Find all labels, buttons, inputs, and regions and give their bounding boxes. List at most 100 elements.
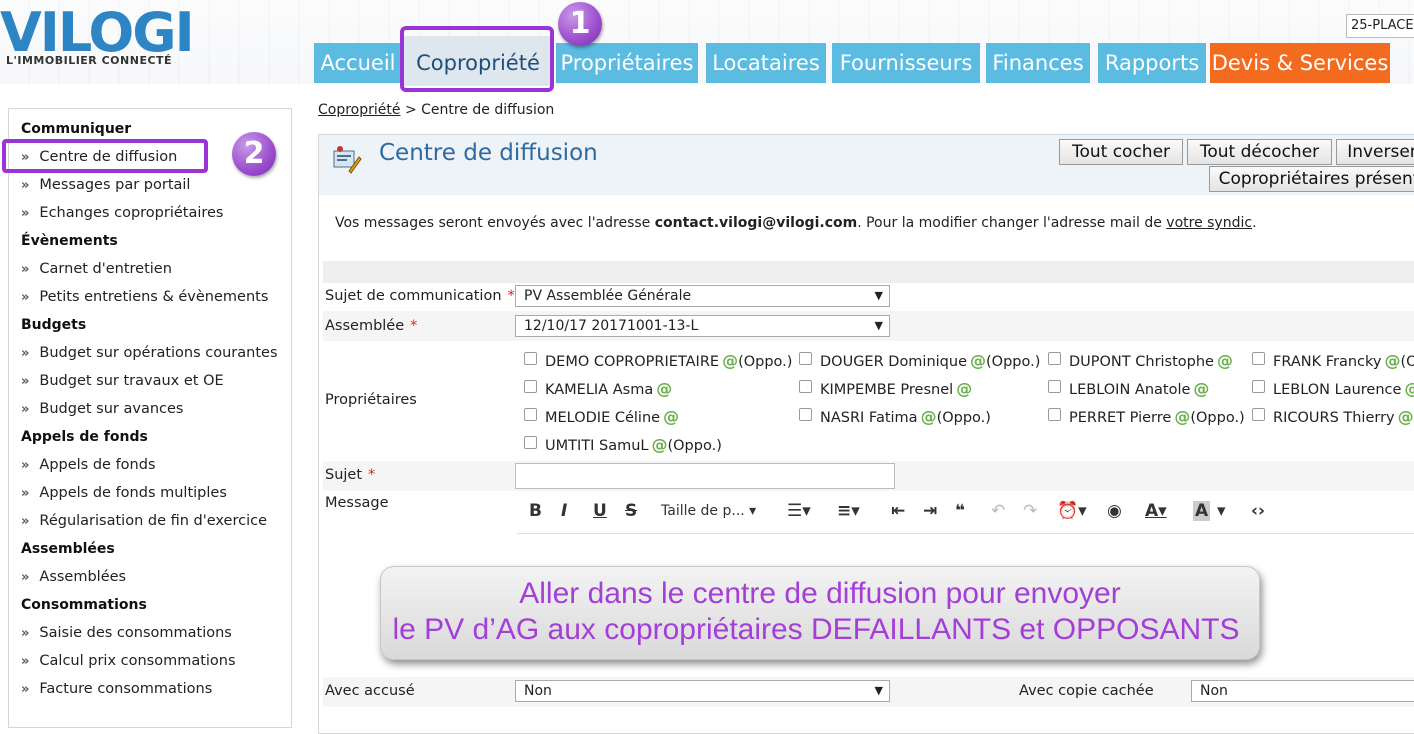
sidebar-item-saisie-conso[interactable]: » Saisie des consommations [21, 625, 232, 641]
checkbox[interactable] [524, 408, 537, 421]
owner-checkbox-item[interactable]: DOUGER Dominique @(Oppo.) [799, 351, 1040, 370]
sidebar-item-budget-avances[interactable]: » Budget sur avances [21, 401, 183, 417]
owner-checkbox-item[interactable]: KIMPEMBE Presnel @ [799, 379, 972, 398]
sidebar-item-appels-fonds[interactable]: » Appels de fonds [21, 457, 156, 473]
chevron-double-right-icon: » [21, 262, 30, 277]
sidebar-item-messages-portail[interactable]: » Messages par portail [21, 177, 190, 193]
tab-fournisseurs[interactable]: Fournisseurs [832, 43, 980, 83]
tab-proprietaires[interactable]: Propriétaires [556, 43, 698, 83]
bold-icon[interactable]: B [529, 501, 542, 521]
invert-button[interactable]: Inverser [1336, 139, 1414, 165]
checkbox[interactable] [1252, 352, 1265, 365]
assembly-select[interactable]: 12/10/17 20171001-13-L ▼ [515, 315, 890, 337]
owner-checkbox-item[interactable]: DUPONT Christophe @ [1048, 351, 1233, 370]
breadcrumb-link-copropriete[interactable]: Copropriété [318, 102, 401, 118]
owner-name: KIMPEMBE Presnel [820, 382, 954, 398]
owner-checkbox-item[interactable]: FRANK Francky @(O [1252, 351, 1414, 370]
owner-checkbox-item[interactable]: LEBLOIN Anatole @ [1048, 379, 1209, 398]
sidebar-item-assemblees[interactable]: » Assemblées [21, 569, 126, 585]
breadcrumb: Copropriété > Centre de diffusion [318, 102, 554, 118]
breadcrumb-separator: > [400, 102, 422, 118]
tab-locataires[interactable]: Locataires [706, 43, 826, 83]
uncheck-all-button[interactable]: Tout décocher [1187, 139, 1332, 165]
owner-oppo-tag: (Oppo.) [667, 438, 722, 454]
eye-icon[interactable]: ◉ [1107, 501, 1122, 521]
check-all-button[interactable]: Tout cocher [1059, 139, 1183, 165]
strikethrough-icon[interactable]: S [625, 501, 637, 521]
owner-checkbox-item[interactable]: DEMO COPROPRIETAIRE @(Oppo.) [524, 351, 792, 370]
owner-checkbox-item[interactable]: KAMELIA Asma @ [524, 379, 672, 398]
sidebar-heading-consommations: Consommations [21, 597, 147, 613]
highlight-dropdown-icon[interactable]: ▾ [1217, 501, 1226, 521]
checkbox[interactable] [524, 352, 537, 365]
bcc-select[interactable]: Non [1191, 680, 1414, 702]
bcc-label: Avec copie cachée [1019, 683, 1154, 699]
owner-checkbox-item[interactable]: LEBLON Laurence@ [1252, 379, 1414, 398]
checkbox[interactable] [1252, 408, 1265, 421]
chevron-double-right-icon: » [21, 402, 30, 417]
sidebar-item-label: Carnet d'entretien [39, 261, 172, 277]
chevron-double-right-icon: » [21, 374, 30, 389]
sender-email: contact.vilogi@vilogi.com [654, 215, 858, 231]
subject-input[interactable] [515, 463, 895, 489]
underline-icon[interactable]: U [593, 501, 607, 521]
building-selector[interactable]: 25-PLACE [1346, 14, 1414, 38]
checkbox[interactable] [1048, 352, 1061, 365]
quote-icon[interactable]: ❝ [955, 501, 965, 521]
ack-select[interactable]: Non ▼ [515, 680, 890, 702]
breadcrumb-current: Centre de diffusion [421, 102, 555, 118]
step-badge-1: 1 [558, 2, 602, 46]
dropdown-arrow-icon: ▼ [874, 684, 883, 697]
tab-accueil[interactable]: Accueil [314, 43, 402, 83]
numbered-list-icon[interactable]: ≡▾ [837, 501, 860, 521]
checkbox[interactable] [799, 380, 812, 393]
sidebar-item-echanges[interactable]: » Echanges copropriétaires [21, 205, 224, 221]
checkbox[interactable] [1048, 408, 1061, 421]
present-owners-button[interactable]: Copropriétaires présent [1209, 166, 1414, 192]
outdent-icon[interactable]: ⇤ [891, 501, 905, 521]
indent-icon[interactable]: ⇥ [923, 501, 937, 521]
owner-checkbox-item[interactable]: MELODIE Céline @ [524, 407, 679, 426]
tab-finances[interactable]: Finances [986, 43, 1090, 83]
alarm-clock-icon[interactable]: ⏰▾ [1057, 501, 1087, 521]
sidebar-item-appels-multiples[interactable]: » Appels de fonds multiples [21, 485, 227, 501]
sidebar-heading-budgets: Budgets [21, 317, 87, 333]
sidebar-item-budget-travaux[interactable]: » Budget sur travaux et OE [21, 373, 224, 389]
owner-checkbox-item[interactable]: PERRET Pierre @(Oppo.) [1048, 407, 1245, 426]
sidebar-heading-communiquer: Communiquer [21, 121, 132, 137]
select-value: Non [1200, 683, 1228, 699]
font-color-icon[interactable]: A▾ [1145, 501, 1167, 521]
sidebar-item-carnet-entretien[interactable]: » Carnet d'entretien [21, 261, 172, 277]
undo-icon[interactable]: ↶ [991, 501, 1005, 521]
sidebar-item-calcul-prix[interactable]: » Calcul prix consommations [21, 653, 236, 669]
sidebar-item-label: Appels de fonds [39, 457, 156, 473]
sidebar-item-facture-conso[interactable]: » Facture consommations [21, 681, 212, 697]
checkbox[interactable] [799, 352, 812, 365]
syndic-link[interactable]: votre syndic [1166, 215, 1252, 231]
redo-icon[interactable]: ↷ [1023, 501, 1037, 521]
tab-devis-services[interactable]: Devis & Services [1210, 43, 1390, 83]
checkbox[interactable] [1252, 380, 1265, 393]
owner-checkbox-item[interactable]: RICOURS Thierry @ [1252, 407, 1414, 426]
checkbox[interactable] [524, 436, 537, 449]
email-at-icon: @ [1397, 407, 1414, 426]
italic-icon[interactable]: I [561, 501, 567, 521]
email-at-icon: @ [656, 379, 673, 398]
tab-rapports[interactable]: Rapports [1098, 43, 1206, 83]
checkbox[interactable] [799, 408, 812, 421]
owner-name: UMTITI SamuL [545, 438, 649, 454]
vilogi-logo[interactable]: VILOGI L'IMMOBILIER CONNECTÉ [0, 6, 195, 68]
bullet-list-icon[interactable]: ☰▾ [787, 501, 811, 521]
owner-checkbox-item[interactable]: UMTITI SamuL @(Oppo.) [524, 435, 722, 454]
checkbox[interactable] [524, 380, 537, 393]
sidebar-item-regularisation[interactable]: » Régularisation de fin d'exercice [21, 513, 267, 529]
sidebar-item-budget-courant[interactable]: » Budget sur opérations courantes [21, 345, 278, 361]
owner-oppo-tag: (Oppo.) [738, 354, 793, 370]
code-view-icon[interactable]: ‹› [1251, 501, 1265, 521]
owner-checkbox-item[interactable]: NASRI Fatima @(Oppo.) [799, 407, 991, 426]
font-size-dropdown[interactable]: Taille de p... ▾ [661, 503, 756, 519]
sidebar-item-petits-entretiens[interactable]: » Petits entretiens & évènements [21, 289, 268, 305]
checkbox[interactable] [1048, 380, 1061, 393]
subject-comm-select[interactable]: PV Assemblée Générale ▼ [515, 285, 890, 307]
highlight-color-icon[interactable]: A [1193, 501, 1211, 521]
